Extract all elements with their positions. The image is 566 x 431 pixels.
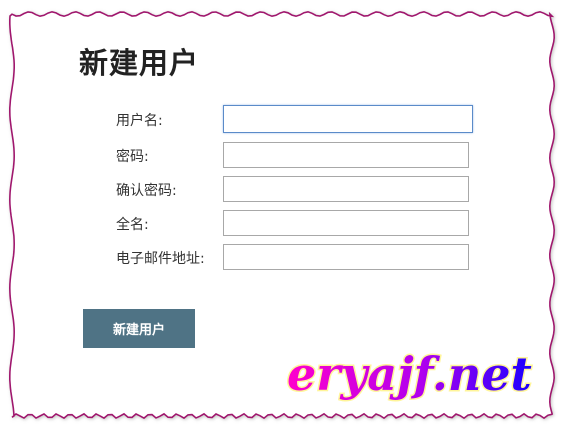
username-input[interactable]	[223, 105, 473, 133]
email-input[interactable]	[223, 244, 469, 270]
create-user-button[interactable]: 新建用户	[83, 309, 195, 348]
watermark-logo: eryajf.net	[286, 348, 534, 403]
confirm-password-input[interactable]	[223, 176, 469, 202]
password-row: 密码:	[116, 142, 476, 172]
username-row: 用户名:	[116, 105, 476, 136]
fullname-label: 全名:	[116, 217, 149, 233]
username-label: 用户名:	[116, 113, 163, 129]
fullname-row: 全名:	[116, 210, 476, 240]
confirm-password-label: 确认密码:	[116, 183, 177, 199]
confirm-password-row: 确认密码:	[116, 176, 476, 206]
screenshot-frame: 新建用户 用户名: 密码: 确认密码: 全名: 电子邮件地址: 新建用户 ery…	[0, 0, 566, 431]
email-label: 电子邮件地址:	[116, 251, 205, 267]
email-row: 电子邮件地址:	[116, 244, 476, 274]
fullname-input[interactable]	[223, 210, 469, 236]
page-title: 新建用户	[79, 46, 200, 80]
password-label: 密码:	[116, 149, 149, 165]
watermark-text: eryajf.net	[287, 348, 532, 401]
password-input[interactable]	[223, 142, 469, 168]
